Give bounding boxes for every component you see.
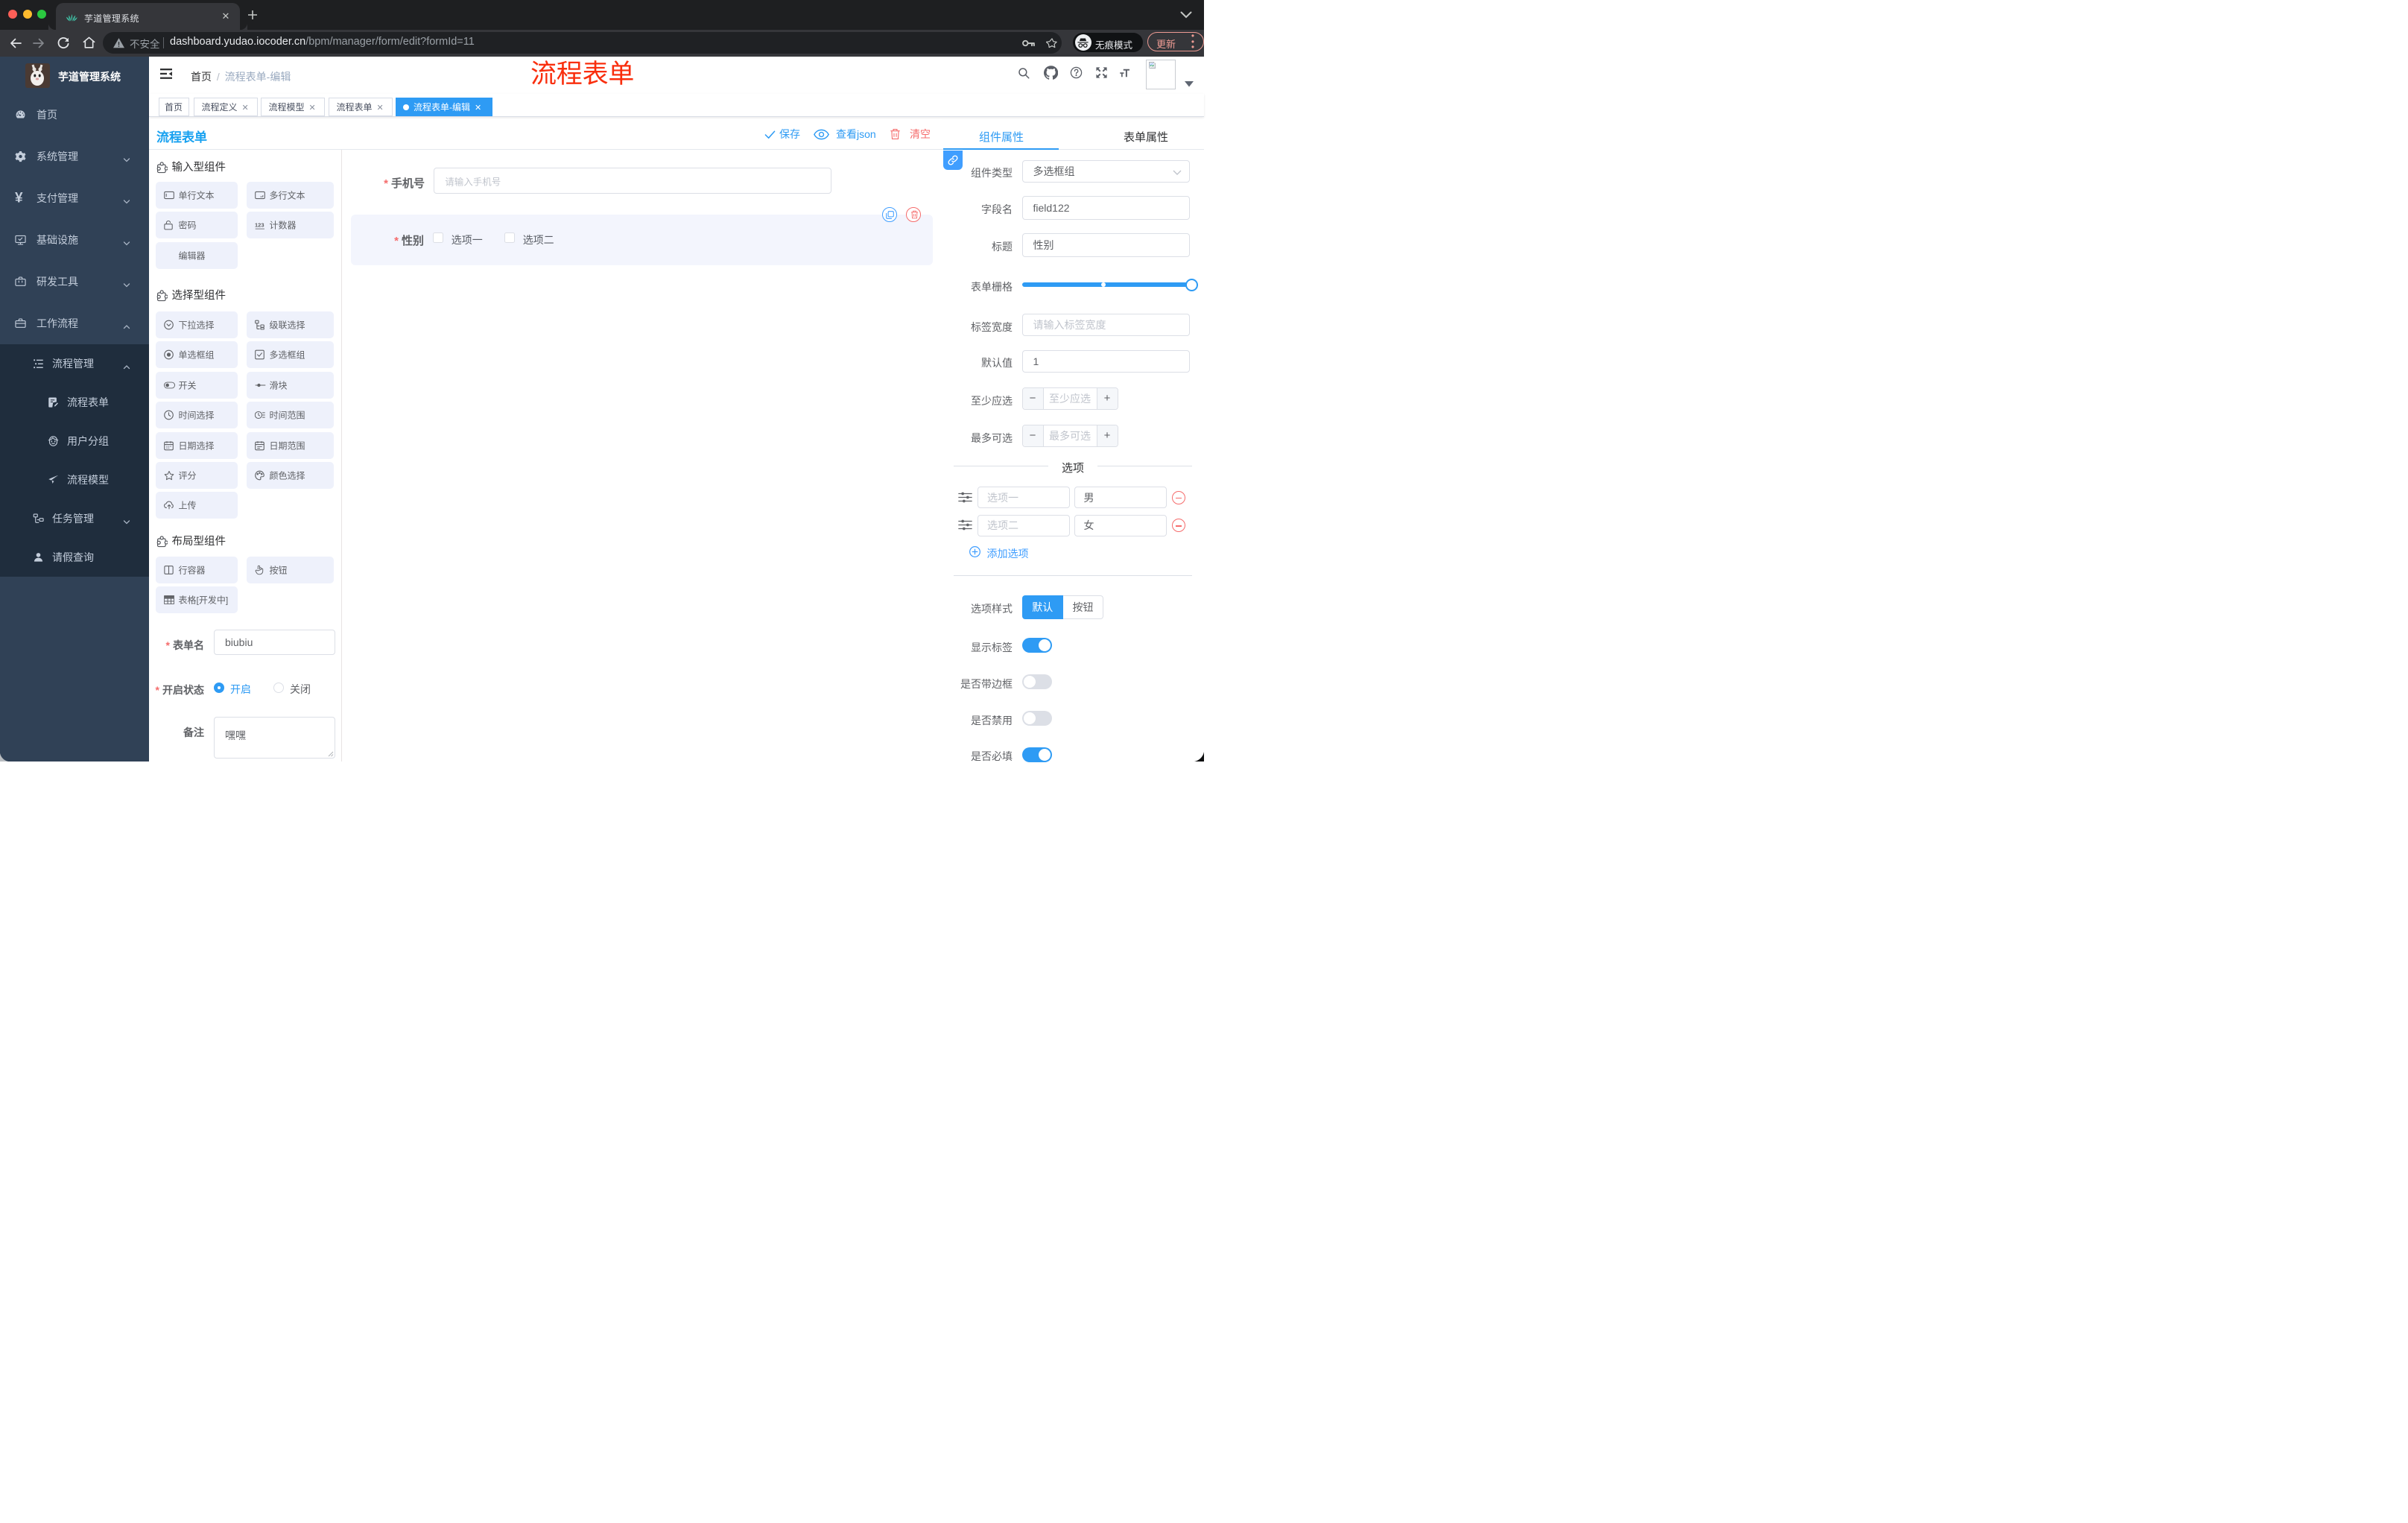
svg-text:123: 123	[255, 222, 264, 229]
